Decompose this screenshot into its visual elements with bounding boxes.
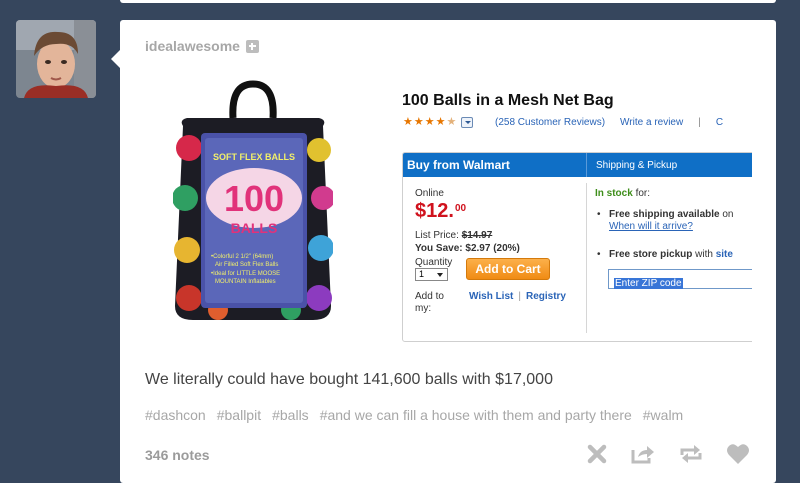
post-tags: #dashcon #ballpit #balls #and we can fil… [145, 407, 752, 423]
quantity-label: Quantity [415, 257, 453, 268]
share-icon[interactable] [630, 443, 656, 465]
in-stock-status: In stock for: [595, 188, 650, 199]
wishlist-separator: | [518, 291, 521, 302]
free-pickup-item: Free store pickup with site [595, 249, 733, 261]
bag-text-line2: Air Filled Soft Flex Balls [215, 262, 278, 268]
plus-square-icon[interactable] [245, 39, 259, 53]
bag-text-line4: MOUNTAIN Inflatables [215, 279, 276, 285]
zip-code-text: Enter ZIP code [614, 278, 683, 289]
post-actions [586, 443, 750, 465]
free-shipping-item: Free shipping available on When will it … [595, 209, 734, 233]
price: $12.00 [415, 200, 466, 223]
bag-word-text: BALLS [231, 220, 278, 236]
pickup-with: with [692, 249, 716, 260]
tag-link[interactable]: #ballpit [217, 407, 261, 423]
star-icon: ★ [435, 116, 446, 128]
review-links: (258 Customer Reviews) Write a review | … [495, 117, 723, 128]
site-link: site [715, 249, 733, 260]
avatar[interactable] [16, 20, 96, 98]
add-to-my-label: Add to my: [415, 291, 444, 314]
bag-text-line3: •Ideal for LITTLE MOOSE [211, 271, 280, 277]
buy-box-header: Buy from Walmart Shipping & Pickup [403, 153, 752, 177]
star-icon: ★ [413, 116, 424, 128]
free-pickup-text: Free store pickup [609, 249, 693, 260]
previous-post-card [120, 0, 776, 3]
online-label: Online [415, 188, 444, 199]
post-photo[interactable]: SOFT FLEX BALLS 100 BALLS •Colorful 2 1/… [120, 68, 752, 353]
price-dollars: $12. [415, 200, 454, 222]
buy-box-divider [586, 183, 587, 333]
list-price: List Price: $14.97 [415, 230, 492, 241]
you-save: You Save: $2.97 (20%) [415, 243, 520, 254]
tag-link[interactable]: #and we can fill a house with them and p… [320, 407, 632, 423]
price-cents: 00 [454, 203, 467, 214]
bag-text-line1: •Colorful 2 1/2" (64mm) [211, 254, 273, 260]
buy-box: Buy from Walmart Shipping & Pickup Onlin… [402, 152, 752, 342]
buy-from-walmart-title: Buy from Walmart [407, 158, 510, 172]
zip-code-input: Enter ZIP code [608, 269, 752, 289]
avatar-image [16, 20, 96, 98]
customer-reviews-link: (258 Customer Reviews) [495, 117, 606, 128]
review-divider: | [698, 117, 701, 128]
tag-link[interactable]: #dashcon [145, 407, 206, 423]
post-header: idealawesome [145, 38, 259, 54]
registry-link: Registry [525, 291, 566, 302]
half-star-icon: ★ [446, 116, 457, 128]
shipping-pickup-tab: Shipping & Pickup [586, 153, 677, 177]
x-icon[interactable] [586, 443, 608, 465]
bag-brand-text: SOFT FLEX BALLS [213, 152, 295, 162]
rating-stars: ★ ★ ★ ★ ★ [403, 116, 474, 128]
when-arrive-link: When will it arrive? [609, 221, 693, 232]
write-review-link: Write a review [620, 117, 684, 128]
quantity-select: 1 [415, 268, 448, 281]
add-to-cart-button: Add to Cart [466, 258, 550, 280]
in-stock-suffix: for: [632, 188, 651, 199]
tag-link[interactable]: #balls [272, 407, 309, 423]
bag-number-text: 100 [224, 178, 284, 219]
product-title: 100 Balls in a Mesh Net Bag [402, 92, 614, 109]
blog-name[interactable]: idealawesome [145, 38, 240, 54]
list-price-value: $14.97 [461, 230, 493, 241]
rating-dropdown-icon [461, 117, 474, 128]
star-icon: ★ [424, 116, 435, 128]
wishlist-links: Wish List | Registry [469, 291, 566, 302]
notes-count[interactable]: 346 notes [145, 447, 210, 463]
wish-list-link: Wish List [469, 291, 514, 302]
post-caption: We literally could have bought 141,600 b… [145, 371, 553, 388]
free-shipping-on: on [719, 209, 734, 220]
heart-icon[interactable] [726, 443, 750, 465]
ball-bag-image: SOFT FLEX BALLS 100 BALLS •Colorful 2 1/… [173, 80, 333, 320]
reblog-icon[interactable] [678, 443, 704, 465]
truncated-link: C [715, 117, 724, 128]
in-stock-label: In stock [595, 188, 633, 199]
free-shipping-text: Free shipping available [609, 209, 720, 220]
post-card: idealawesome SOFT FLEX BALLS 100 BALLS •… [111, 20, 776, 483]
star-icon: ★ [403, 116, 413, 128]
tag-link[interactable]: #walm [643, 407, 683, 423]
buy-box-body: Online $12.00 List Price: $14.97 You Sav… [403, 177, 752, 341]
list-price-label: List Price: [415, 230, 459, 241]
